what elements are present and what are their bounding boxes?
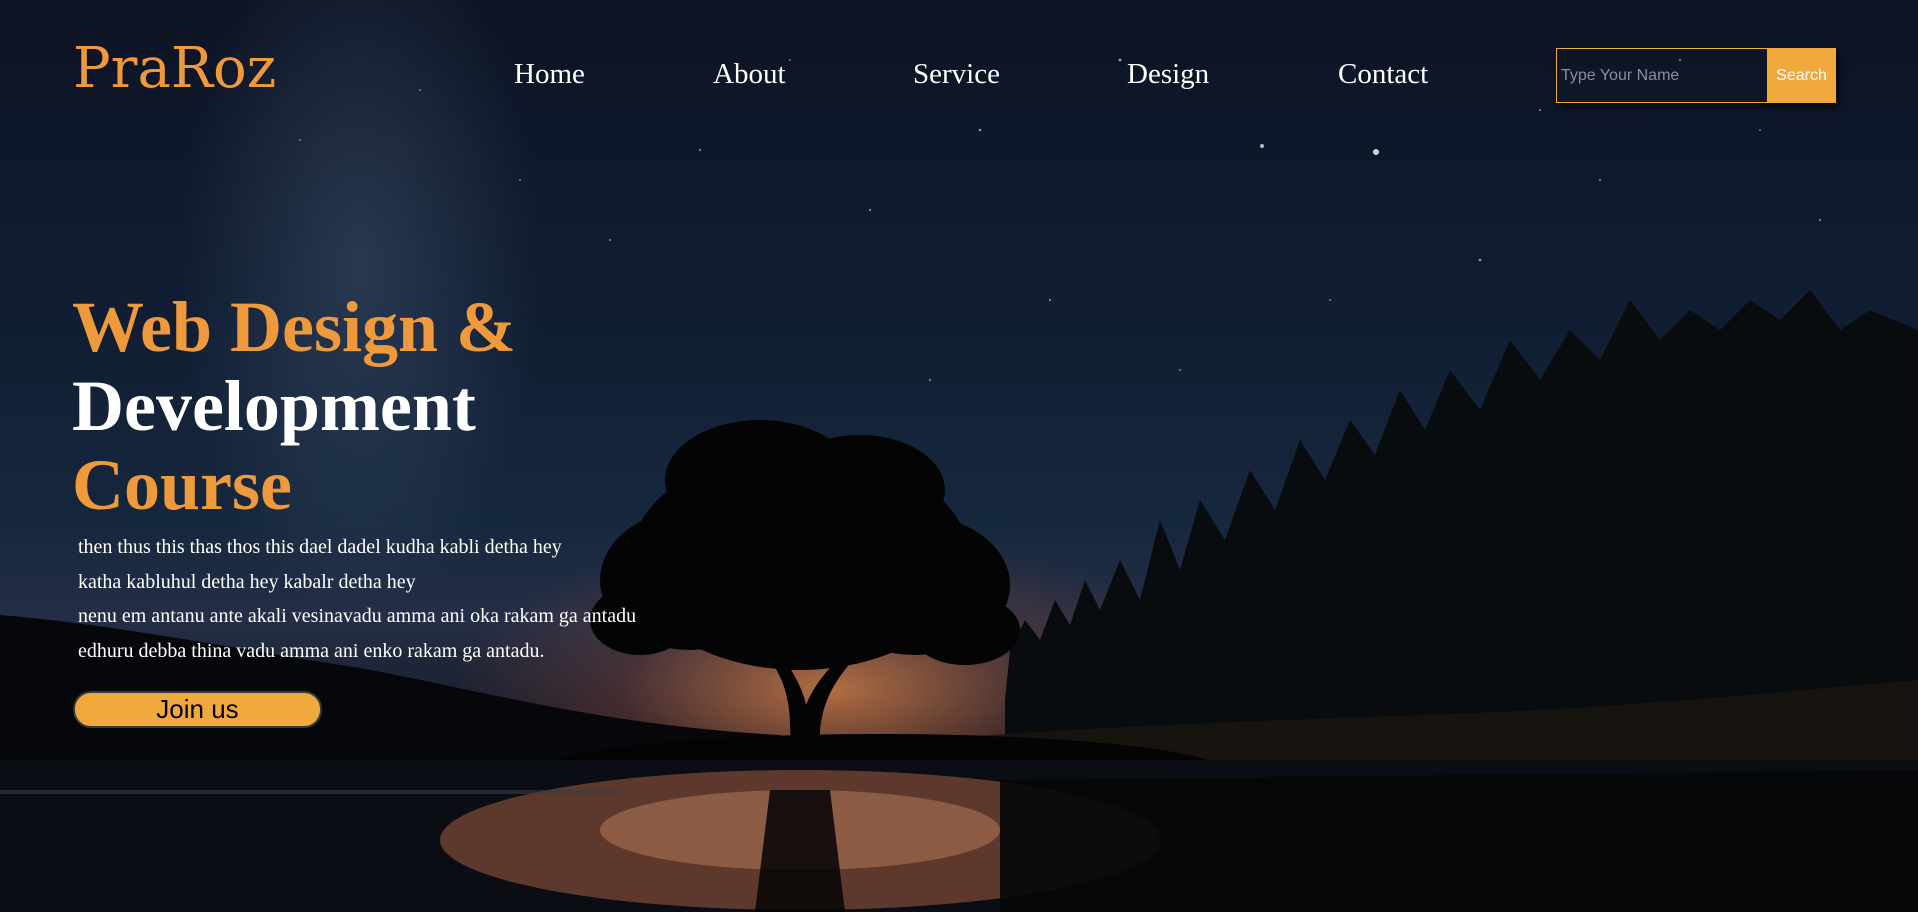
hero-description: then thus this thas thos this dael dadel… [78, 530, 636, 668]
search-box: Search [1556, 48, 1836, 103]
hero-title: Web Design & Development Course [72, 288, 516, 525]
hero-title-line-3: Course [72, 445, 292, 525]
hero-description-line: then thus this thas thos this dael dadel… [78, 536, 562, 558]
nav-contact-link[interactable]: Contact [1338, 58, 1428, 91]
hero-description-line: nenu em antanu ante akali vesinavadu amm… [78, 605, 637, 627]
hero-description-line: katha kabluhul detha hey kabalr detha he… [78, 570, 416, 593]
name-search-input[interactable] [1556, 48, 1767, 103]
search-button[interactable]: Search [1767, 48, 1836, 103]
nav-design-link[interactable]: Design [1127, 58, 1209, 91]
nav-about-link[interactable]: About [713, 58, 786, 91]
nav-home-link[interactable]: Home [514, 58, 585, 91]
hero-title-line-1: Web Design & [72, 287, 517, 367]
hero-title-line-2: Development [72, 366, 476, 446]
nav-service-link[interactable]: Service [913, 58, 1000, 91]
join-us-button[interactable]: Join us [73, 691, 322, 728]
hero-description-line: edhuru debba thina vadu amma ani enko ra… [78, 639, 545, 662]
